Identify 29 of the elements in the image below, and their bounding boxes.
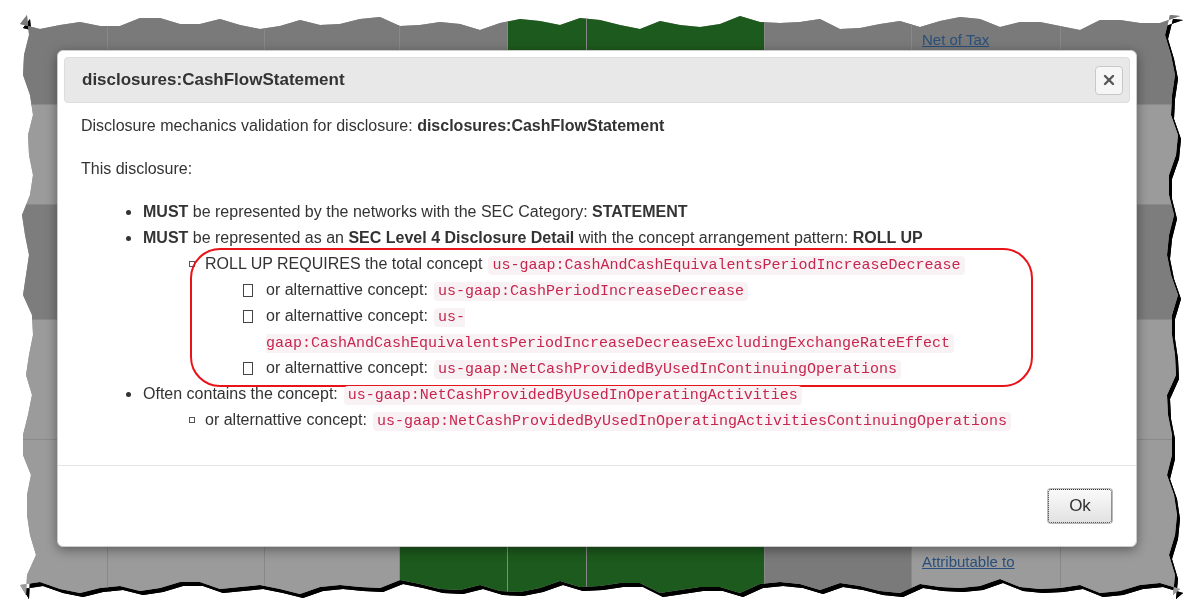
- list-text: ROLL UP REQUIRES the total concept: [205, 255, 483, 272]
- square-bullet-icon: [189, 417, 195, 423]
- bullet-icon: [126, 391, 131, 397]
- square-bullet-icon: [189, 261, 195, 267]
- list-text: MUST be represented by the networks with the SEC Category: STATEMENT: [143, 203, 688, 220]
- box-bullet-icon: [243, 283, 253, 297]
- list-text: Often contains the concept:: [143, 385, 338, 402]
- intro-text: Disclosure mechanics validation for disclosure: disclosures:CashFlowStatement: [81, 116, 666, 136]
- list-text: or alternattive concept:: [266, 359, 428, 376]
- concept-code: us-gaap:CashAndCashEquivalentsPeriodIncreaseDecrease: [488, 256, 965, 275]
- ok-button[interactable]: Ok: [1048, 489, 1112, 523]
- concept-code: us-gaap:CashPeriodIncreaseDecrease: [433, 282, 748, 301]
- concept-code: us-gaap:NetCashProvidedByUsedInOperatingActivities: [343, 386, 802, 405]
- dialog-title: disclosures:CashFlowStatement: [82, 70, 345, 90]
- close-icon: [1101, 72, 1117, 88]
- list-text: MUST be represented as an SEC Level 4 Disclosure Detail with the concept arrangement pattern: ROLL UP: [143, 229, 923, 246]
- list-text: or alternattive concept:: [266, 307, 428, 324]
- list-text: or alternattive concept:: [266, 281, 428, 298]
- concept-code: us-gaap:NetCashProvidedByUsedInOperatingActivitiesContinuingOperations: [372, 412, 1011, 431]
- list-text: or alternattive concept:: [205, 411, 367, 428]
- lead-text: This disclosure:: [81, 159, 194, 179]
- bullet-icon: [126, 235, 131, 241]
- table-link[interactable]: Attributable to: [922, 553, 1050, 570]
- bullet-icon: [126, 209, 131, 215]
- concept-code: us-gaap:NetCashProvidedByUsedInContinuingOperations: [433, 360, 901, 379]
- box-bullet-icon: [243, 361, 253, 375]
- close-button[interactable]: [1095, 65, 1123, 95]
- table-link[interactable]: Net of Tax: [922, 31, 1050, 48]
- box-bullet-icon: [243, 309, 253, 323]
